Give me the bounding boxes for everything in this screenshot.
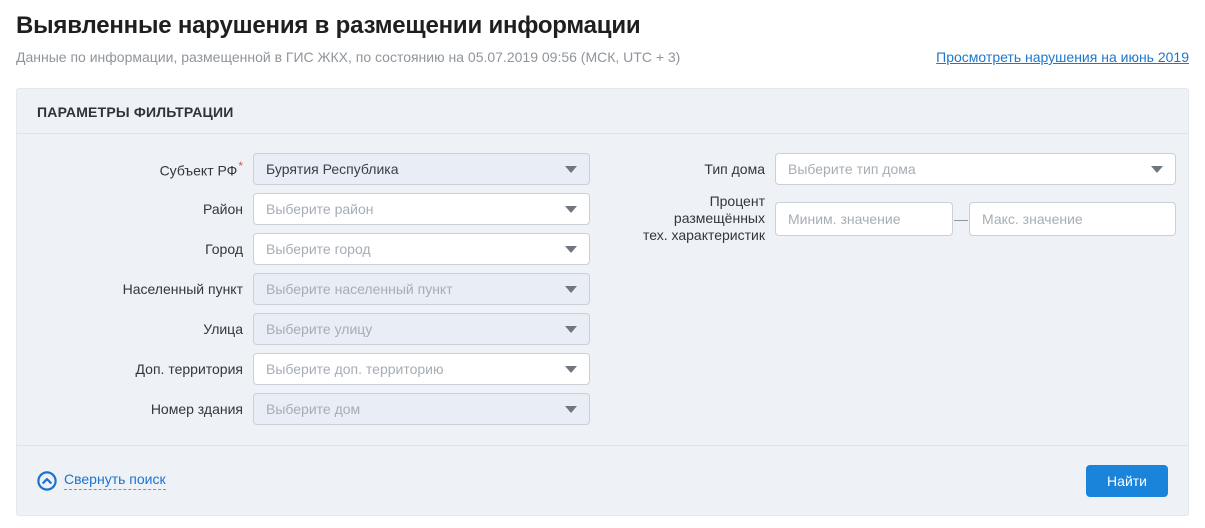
subject-label: Субъект РФ*: [37, 158, 243, 180]
required-asterisk: *: [238, 159, 243, 173]
settlement-select-placeholder: Выберите населенный пункт: [266, 281, 453, 297]
collapse-search-link[interactable]: Свернуть поиск: [37, 471, 166, 491]
field-row-street: Улица Выберите улицу: [37, 313, 590, 345]
field-row-house-type: Тип дома Выберите тип дома: [620, 153, 1176, 185]
chevron-down-icon: [565, 166, 577, 173]
filter-column-left: Субъект РФ* Бурятия Республика Район Выб…: [37, 153, 590, 433]
field-row-district: Район Выберите район: [37, 193, 590, 225]
percent-range-inputs: —: [775, 202, 1176, 236]
range-separator: —: [953, 211, 969, 227]
filter-panel-body: Субъект РФ* Бурятия Республика Район Выб…: [17, 134, 1188, 445]
street-select[interactable]: Выберите улицу: [253, 313, 590, 345]
chevron-down-icon: [565, 406, 577, 413]
street-label: Улица: [37, 321, 243, 338]
subject-select[interactable]: Бурятия Республика: [253, 153, 590, 185]
page-header: Выявленные нарушения в размещении информ…: [0, 0, 1205, 65]
settlement-select[interactable]: Выберите населенный пункт: [253, 273, 590, 305]
chevron-down-icon: [565, 326, 577, 333]
street-select-placeholder: Выберите улицу: [266, 321, 372, 337]
filter-panel: ПАРАМЕТРЫ ФИЛЬТРАЦИИ Субъект РФ* Бурятия…: [16, 88, 1189, 516]
filter-column-right: Тип дома Выберите тип дома Процент разме…: [620, 153, 1176, 252]
additional-territory-select-placeholder: Выберите доп. территорию: [266, 361, 443, 377]
page-title: Выявленные нарушения в размещении информ…: [16, 12, 1189, 40]
subtitle-row: Данные по информации, размещенной в ГИС …: [16, 49, 1189, 65]
city-select-placeholder: Выберите город: [266, 241, 371, 257]
house-type-select-placeholder: Выберите тип дома: [788, 161, 916, 177]
field-row-city: Город Выберите город: [37, 233, 590, 265]
field-row-settlement: Населенный пункт Выберите населенный пун…: [37, 273, 590, 305]
subject-select-value: Бурятия Республика: [266, 161, 398, 177]
district-label: Район: [37, 201, 243, 218]
percent-min-input[interactable]: [775, 202, 953, 236]
filter-panel-footer: Свернуть поиск Найти: [17, 445, 1188, 515]
house-type-label: Тип дома: [620, 161, 765, 178]
field-row-building-number: Номер здания Выберите дом: [37, 393, 590, 425]
field-row-percent-range: Процент размещённых тех. характеристик —: [620, 193, 1176, 244]
city-select[interactable]: Выберите город: [253, 233, 590, 265]
house-type-select[interactable]: Выберите тип дома: [775, 153, 1176, 185]
building-number-label: Номер здания: [37, 401, 243, 418]
collapse-search-label: Свернуть поиск: [64, 471, 166, 490]
district-select[interactable]: Выберите район: [253, 193, 590, 225]
building-number-select[interactable]: Выберите дом: [253, 393, 590, 425]
city-label: Город: [37, 241, 243, 258]
percent-range-label-line1: Процент размещённых: [674, 193, 765, 226]
district-select-placeholder: Выберите район: [266, 201, 374, 217]
chevron-down-icon: [565, 366, 577, 373]
chevron-down-icon: [1151, 166, 1163, 173]
additional-territory-label: Доп. территория: [37, 361, 243, 378]
percent-max-input[interactable]: [969, 202, 1176, 236]
chevron-down-icon: [565, 206, 577, 213]
violations-page: Выявленные нарушения в размещении информ…: [0, 0, 1205, 528]
search-button[interactable]: Найти: [1086, 465, 1168, 497]
building-number-select-placeholder: Выберите дом: [266, 401, 360, 417]
chevron-down-icon: [565, 246, 577, 253]
additional-territory-select[interactable]: Выберите доп. территорию: [253, 353, 590, 385]
field-row-additional-territory: Доп. территория Выберите доп. территорию: [37, 353, 590, 385]
view-june-violations-link[interactable]: Просмотреть нарушения на июнь 2019: [936, 49, 1189, 65]
settlement-label: Населенный пункт: [37, 281, 243, 298]
filter-panel-title: ПАРАМЕТРЫ ФИЛЬТРАЦИИ: [17, 89, 1188, 134]
percent-range-label: Процент размещённых тех. характеристик: [620, 193, 765, 244]
chevron-down-icon: [565, 286, 577, 293]
chevron-up-circle-icon: [37, 471, 57, 491]
subject-label-text: Субъект РФ: [160, 163, 238, 179]
percent-range-label-line2: тех. характеристик: [643, 227, 765, 243]
data-as-of-text: Данные по информации, размещенной в ГИС …: [16, 49, 680, 65]
field-row-subject: Субъект РФ* Бурятия Республика: [37, 153, 590, 185]
